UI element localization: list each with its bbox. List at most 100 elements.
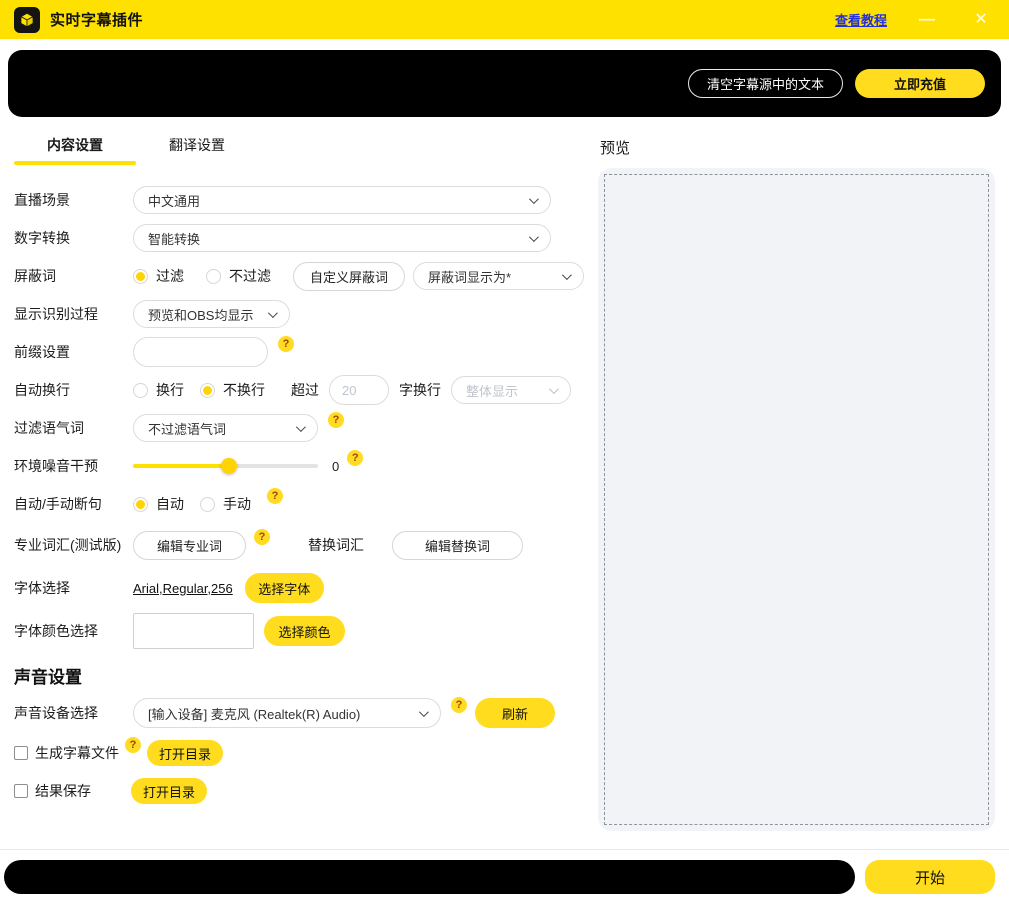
radio-wrap-label: 换行	[156, 380, 184, 400]
tutorial-link[interactable]: 查看教程	[835, 10, 887, 29]
status-bar	[4, 860, 855, 894]
recognition-display-label: 显示识别过程	[14, 304, 133, 324]
radio-filter[interactable]	[133, 269, 148, 284]
chevron-down-icon	[549, 384, 559, 394]
radio-auto[interactable]	[133, 497, 148, 512]
filler-words-label: 过滤语气词	[14, 418, 133, 438]
app-logo	[14, 7, 40, 33]
help-icon[interactable]: ?	[278, 336, 294, 352]
result-save-checkbox[interactable]	[14, 784, 28, 798]
main-content: 内容设置 翻译设置 直播场景 中文通用 数字转换 智能转换	[0, 117, 1009, 849]
subtitle-file-label: 生成字幕文件	[35, 743, 119, 763]
blocked-words-label: 屏蔽词	[14, 266, 133, 286]
preview-title: 预览	[600, 137, 995, 158]
noise-slider[interactable]	[133, 458, 318, 474]
tab-content-settings[interactable]: 内容设置	[14, 135, 136, 165]
row-font: 字体选择 Arial,Regular,256 选择字体	[14, 567, 586, 609]
after-wrap-label: 字换行	[399, 380, 441, 400]
current-font-link[interactable]: Arial,Regular,256	[133, 581, 233, 596]
live-scene-select[interactable]: 中文通用	[133, 186, 551, 214]
sentence-break-label: 自动/手动断句	[14, 494, 133, 514]
recognition-display-select[interactable]: 预览和OBS均显示	[133, 300, 290, 328]
row-prefix: 前缀设置 ?	[14, 333, 586, 371]
slider-thumb[interactable]	[221, 458, 237, 474]
radio-no-wrap[interactable]	[200, 383, 215, 398]
row-noise: 环境噪音干预 0 ?	[14, 447, 586, 485]
radio-auto-label: 自动	[156, 494, 184, 514]
refresh-button[interactable]: 刷新	[475, 698, 555, 728]
blocked-words-display-select[interactable]: 屏蔽词显示为*	[413, 262, 584, 290]
row-sentence-break: 自动/手动断句 自动 手动 ?	[14, 485, 586, 523]
sound-device-select[interactable]: [输入设备] 麦克风 (Realtek(R) Audio)	[133, 698, 441, 728]
custom-blocked-words-button[interactable]: 自定义屏蔽词	[293, 262, 405, 291]
font-label: 字体选择	[14, 578, 133, 598]
open-subtitle-dir-button[interactable]: 打开目录	[147, 740, 223, 766]
recharge-button[interactable]: 立即充值	[855, 69, 985, 98]
clear-subtitle-source-button[interactable]: 清空字幕源中的文本	[688, 69, 843, 98]
chevron-down-icon	[419, 707, 429, 717]
row-number-convert: 数字转换 智能转换	[14, 219, 586, 257]
help-icon[interactable]: ?	[254, 529, 270, 545]
result-save-label: 结果保存	[35, 781, 131, 801]
tab-bar: 内容设置 翻译设置	[14, 135, 586, 165]
chevron-down-icon	[268, 308, 278, 318]
auto-wrap-label: 自动换行	[14, 380, 133, 400]
radio-no-filter-label: 不过滤	[229, 266, 271, 286]
radio-wrap[interactable]	[133, 383, 148, 398]
preview-area	[604, 174, 989, 825]
open-result-dir-button[interactable]: 打开目录	[131, 778, 207, 804]
edit-pro-vocab-button[interactable]: 编辑专业词	[133, 531, 246, 560]
help-icon[interactable]: ?	[328, 412, 344, 428]
edit-replace-vocab-button[interactable]: 编辑替换词	[392, 531, 523, 560]
noise-label: 环境噪音干预	[14, 456, 133, 476]
radio-manual-label: 手动	[223, 494, 251, 514]
noise-value: 0	[332, 459, 339, 474]
settings-column: 内容设置 翻译设置 直播场景 中文通用 数字转换 智能转换	[14, 125, 586, 849]
filler-words-select[interactable]: 不过滤语气词	[133, 414, 318, 442]
row-recognition-display: 显示识别过程 预览和OBS均显示	[14, 295, 586, 333]
choose-color-button[interactable]: 选择颜色	[264, 616, 345, 646]
row-subtitle-file: 生成字幕文件 ? 打开目录	[14, 734, 586, 772]
cube-icon	[18, 11, 36, 29]
radio-manual[interactable]	[200, 497, 215, 512]
number-convert-label: 数字转换	[14, 228, 133, 248]
choose-font-button[interactable]: 选择字体	[245, 573, 324, 603]
slider-fill	[133, 464, 229, 468]
font-color-input[interactable]	[133, 613, 254, 649]
wrap-mode-select[interactable]: 整体显示	[451, 376, 571, 404]
prefix-input[interactable]	[133, 337, 268, 367]
help-icon[interactable]: ?	[125, 737, 141, 753]
start-button[interactable]: 开始	[865, 860, 995, 894]
live-scene-label: 直播场景	[14, 190, 133, 210]
exceed-count-input[interactable]	[329, 375, 389, 405]
app-window: 实时字幕插件 查看教程 — ✕ 清空字幕源中的文本 立即充值 内容设置 翻译设置	[0, 0, 1009, 903]
font-color-label: 字体颜色选择	[14, 621, 133, 641]
subtitle-file-checkbox[interactable]	[14, 746, 28, 760]
row-sound-device: 声音设备选择 [输入设备] 麦克风 (Realtek(R) Audio) ? 刷…	[14, 692, 586, 734]
sound-device-label: 声音设备选择	[14, 703, 133, 723]
chevron-down-icon	[562, 270, 572, 280]
row-pro-vocab: 专业词汇(测试版) 编辑专业词 ? 替换词汇 编辑替换词	[14, 523, 586, 567]
help-icon[interactable]: ?	[347, 450, 363, 466]
tab-translation-settings[interactable]: 翻译设置	[136, 135, 258, 165]
minimize-button[interactable]: —	[913, 12, 941, 28]
preview-column: 预览	[598, 125, 995, 849]
app-title: 实时字幕插件	[50, 9, 143, 30]
row-live-scene: 直播场景 中文通用	[14, 181, 586, 219]
close-button[interactable]: ✕	[967, 12, 995, 28]
radio-filter-label: 过滤	[156, 266, 184, 286]
chevron-down-icon	[529, 194, 539, 204]
radio-no-filter[interactable]	[206, 269, 221, 284]
titlebar: 实时字幕插件 查看教程 — ✕	[0, 0, 1009, 39]
top-banner: 清空字幕源中的文本 立即充值	[8, 50, 1001, 117]
row-filler-words: 过滤语气词 不过滤语气词 ?	[14, 409, 586, 447]
help-icon[interactable]: ?	[451, 697, 467, 713]
preview-card	[598, 168, 995, 831]
radio-no-wrap-label: 不换行	[223, 380, 265, 400]
help-icon[interactable]: ?	[267, 488, 283, 504]
number-convert-select[interactable]: 智能转换	[133, 224, 551, 252]
exceed-label: 超过	[291, 380, 319, 400]
active-tab-indicator	[14, 161, 136, 165]
row-blocked-words: 屏蔽词 过滤 不过滤 自定义屏蔽词 屏蔽词显示为*	[14, 257, 586, 295]
chevron-down-icon	[296, 422, 306, 432]
